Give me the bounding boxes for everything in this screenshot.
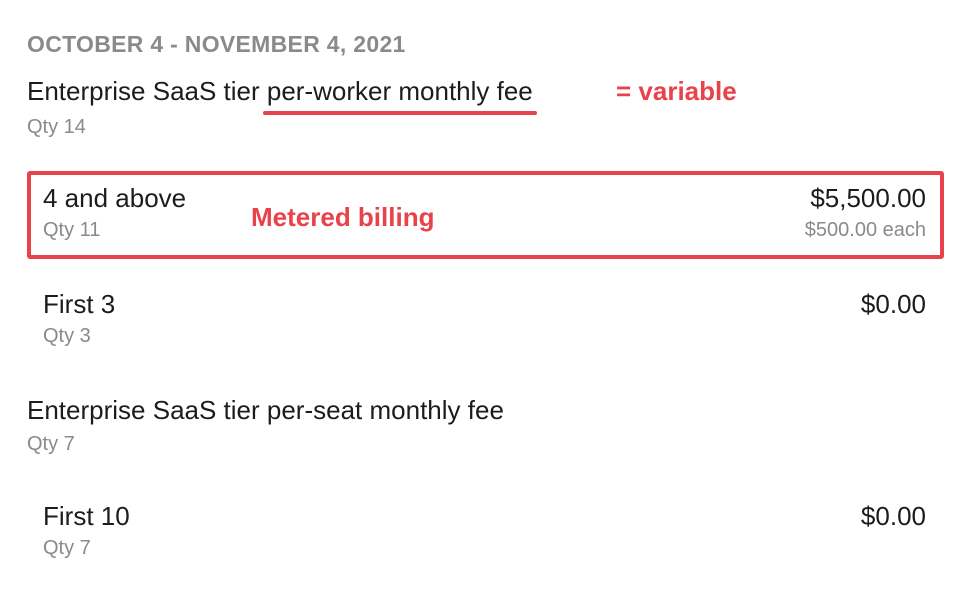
tier-amount: $0.00 [860,501,926,531]
tier-amount: $0.00 [860,289,926,319]
product-qty: Qty 14 [27,116,86,138]
tier-name: 4 and above [43,183,187,213]
tier-unit-price: $500.00 each [804,219,926,241]
tier-amount: $5,500.00 [810,183,926,213]
product-title-per-seat: Enterprise SaaS tier per-seat monthly fe… [27,395,504,425]
tier-qty: Qty 7 [43,537,91,559]
product-qty: Qty 7 [27,433,75,455]
billing-period-heading: OCTOBER 4 - NOVEMBER 4, 2021 [27,31,406,57]
tier-name: First 10 [43,501,130,531]
product-title-underlined: per-worker monthly fee [262,76,537,115]
annotation-variable: = variable [616,76,737,106]
tier-qty: Qty 11 [43,219,101,241]
annotation-metered-billing: Metered billing [251,202,435,232]
tier-qty: Qty 3 [43,325,91,347]
product-title-per-worker: Enterprise SaaS tier per-worker monthly … [27,76,537,115]
product-title-prefix: Enterprise SaaS tier [27,76,267,106]
tier-name: First 3 [43,289,116,319]
